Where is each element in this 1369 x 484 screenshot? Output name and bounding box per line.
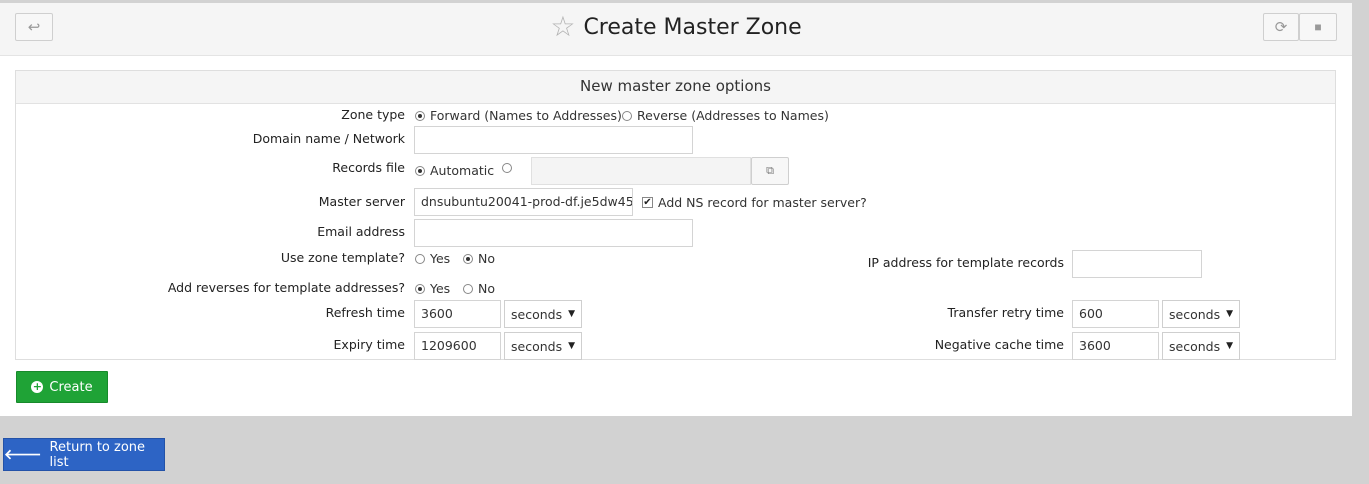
refresh-icon: ⟳	[1274, 19, 1288, 36]
main-panel: ↩ ☆ Create Master Zone ⟳ ■ New master zo…	[0, 3, 1352, 416]
refresh-button[interactable]: ⟳	[1263, 13, 1299, 41]
options-box: New master zone options Zone type Forwar…	[15, 70, 1336, 360]
section-title: New master zone options	[16, 71, 1335, 104]
chevron-down-icon: ▼	[1226, 309, 1233, 319]
checkbox-checked-icon: ✔	[642, 196, 653, 208]
master-server-input[interactable]: dnsubuntu20041-prod-df.je5dw45c	[414, 188, 633, 216]
zone-type-reverse-radio[interactable]: Reverse (Addresses to Names)	[622, 108, 829, 123]
chevron-down-icon: ▼	[1226, 341, 1233, 351]
negative-cache-unit-select[interactable]: seconds ▼	[1162, 332, 1240, 360]
return-button-label: Return to zone list	[49, 439, 146, 470]
use-template-yes-radio[interactable]: Yes	[415, 251, 450, 266]
create-button-label: Create	[49, 379, 93, 395]
radio-selected-icon	[415, 283, 425, 294]
refresh-unit-select[interactable]: seconds ▼	[504, 300, 582, 328]
add-reverses-label: Add reverses for template addresses?	[167, 280, 405, 295]
star-icon[interactable]: ☆	[550, 13, 575, 41]
records-file-automatic-label: Automatic	[430, 163, 495, 178]
expiry-time-input[interactable]: 1209600	[414, 332, 501, 360]
transfer-retry-unit-value: seconds	[1169, 306, 1221, 322]
negative-cache-unit-value: seconds	[1169, 338, 1221, 354]
expiry-unit-select[interactable]: seconds ▼	[504, 332, 582, 360]
plus-circle-icon: +	[31, 380, 44, 393]
records-file-custom-radio[interactable]	[502, 163, 512, 173]
refresh-unit-value: seconds	[511, 306, 563, 322]
use-template-yes-label: Yes	[430, 251, 451, 266]
stop-icon: ■	[1314, 20, 1322, 34]
return-to-zone-list-button[interactable]: 🡐 Return to zone list	[3, 438, 165, 471]
records-file-automatic-radio[interactable]: Automatic	[415, 163, 494, 178]
radio-selected-icon	[415, 110, 425, 121]
title-bar: ↩ ☆ Create Master Zone ⟳ ■	[0, 3, 1352, 56]
refresh-time-label: Refresh time	[325, 305, 405, 320]
email-input[interactable]	[414, 219, 693, 247]
template-ip-label: IP address for template records	[867, 255, 1064, 270]
transfer-retry-unit-select[interactable]: seconds ▼	[1162, 300, 1240, 328]
add-reverses-no-label: No	[478, 281, 495, 296]
expiry-time-label: Expiry time	[333, 337, 405, 352]
transfer-retry-label: Transfer retry time	[947, 305, 1064, 320]
add-ns-record-checkbox[interactable]: ✔ Add NS record for master server?	[642, 195, 867, 210]
scrollbar-track[interactable]	[1352, 0, 1369, 484]
refresh-time-input[interactable]: 3600	[414, 300, 501, 328]
chevron-down-icon: ▼	[568, 341, 575, 351]
add-ns-record-label: Add NS record for master server?	[658, 195, 867, 210]
add-reverses-yes-radio[interactable]: Yes	[415, 281, 450, 296]
zone-type-reverse-label: Reverse (Addresses to Names)	[637, 108, 829, 123]
chevron-down-icon: ▼	[568, 309, 575, 319]
file-chooser-button[interactable]: ⧉	[751, 157, 789, 185]
records-file-label: Records file	[332, 160, 405, 175]
radio-selected-icon	[415, 165, 425, 176]
template-ip-input[interactable]	[1072, 250, 1202, 278]
radio-unselected-icon	[622, 110, 632, 121]
transfer-retry-input[interactable]: 600	[1072, 300, 1159, 328]
add-reverses-yes-label: Yes	[430, 281, 451, 296]
stop-button[interactable]: ■	[1299, 13, 1337, 41]
domain-name-input[interactable]	[414, 126, 693, 154]
page-title: Create Master Zone	[583, 14, 802, 40]
radio-unselected-icon	[463, 283, 473, 294]
records-file-input[interactable]	[531, 157, 751, 185]
create-button[interactable]: + Create	[16, 371, 108, 403]
negative-cache-label: Negative cache time	[934, 337, 1064, 352]
zone-type-forward-radio[interactable]: Forward (Names to Addresses)	[415, 108, 622, 123]
arrow-left-icon: 🡐	[4, 447, 42, 463]
master-server-label: Master server	[318, 194, 405, 209]
radio-unselected-icon	[415, 253, 425, 264]
use-template-no-label: No	[478, 251, 495, 266]
email-label: Email address	[317, 224, 405, 239]
expiry-unit-value: seconds	[511, 338, 563, 354]
use-template-no-radio[interactable]: No	[463, 251, 495, 266]
negative-cache-input[interactable]: 3600	[1072, 332, 1159, 360]
add-reverses-no-radio[interactable]: No	[463, 281, 495, 296]
use-template-label: Use zone template?	[280, 250, 405, 265]
file-chooser-icon: ⧉	[766, 164, 774, 177]
radio-selected-icon	[463, 253, 473, 264]
zone-type-forward-label: Forward (Names to Addresses)	[430, 108, 622, 123]
zone-type-label: Zone type	[341, 107, 405, 122]
radio-unselected-icon	[502, 163, 512, 173]
page-title-group: ☆ Create Master Zone	[0, 13, 1352, 41]
domain-name-label: Domain name / Network	[252, 131, 405, 146]
